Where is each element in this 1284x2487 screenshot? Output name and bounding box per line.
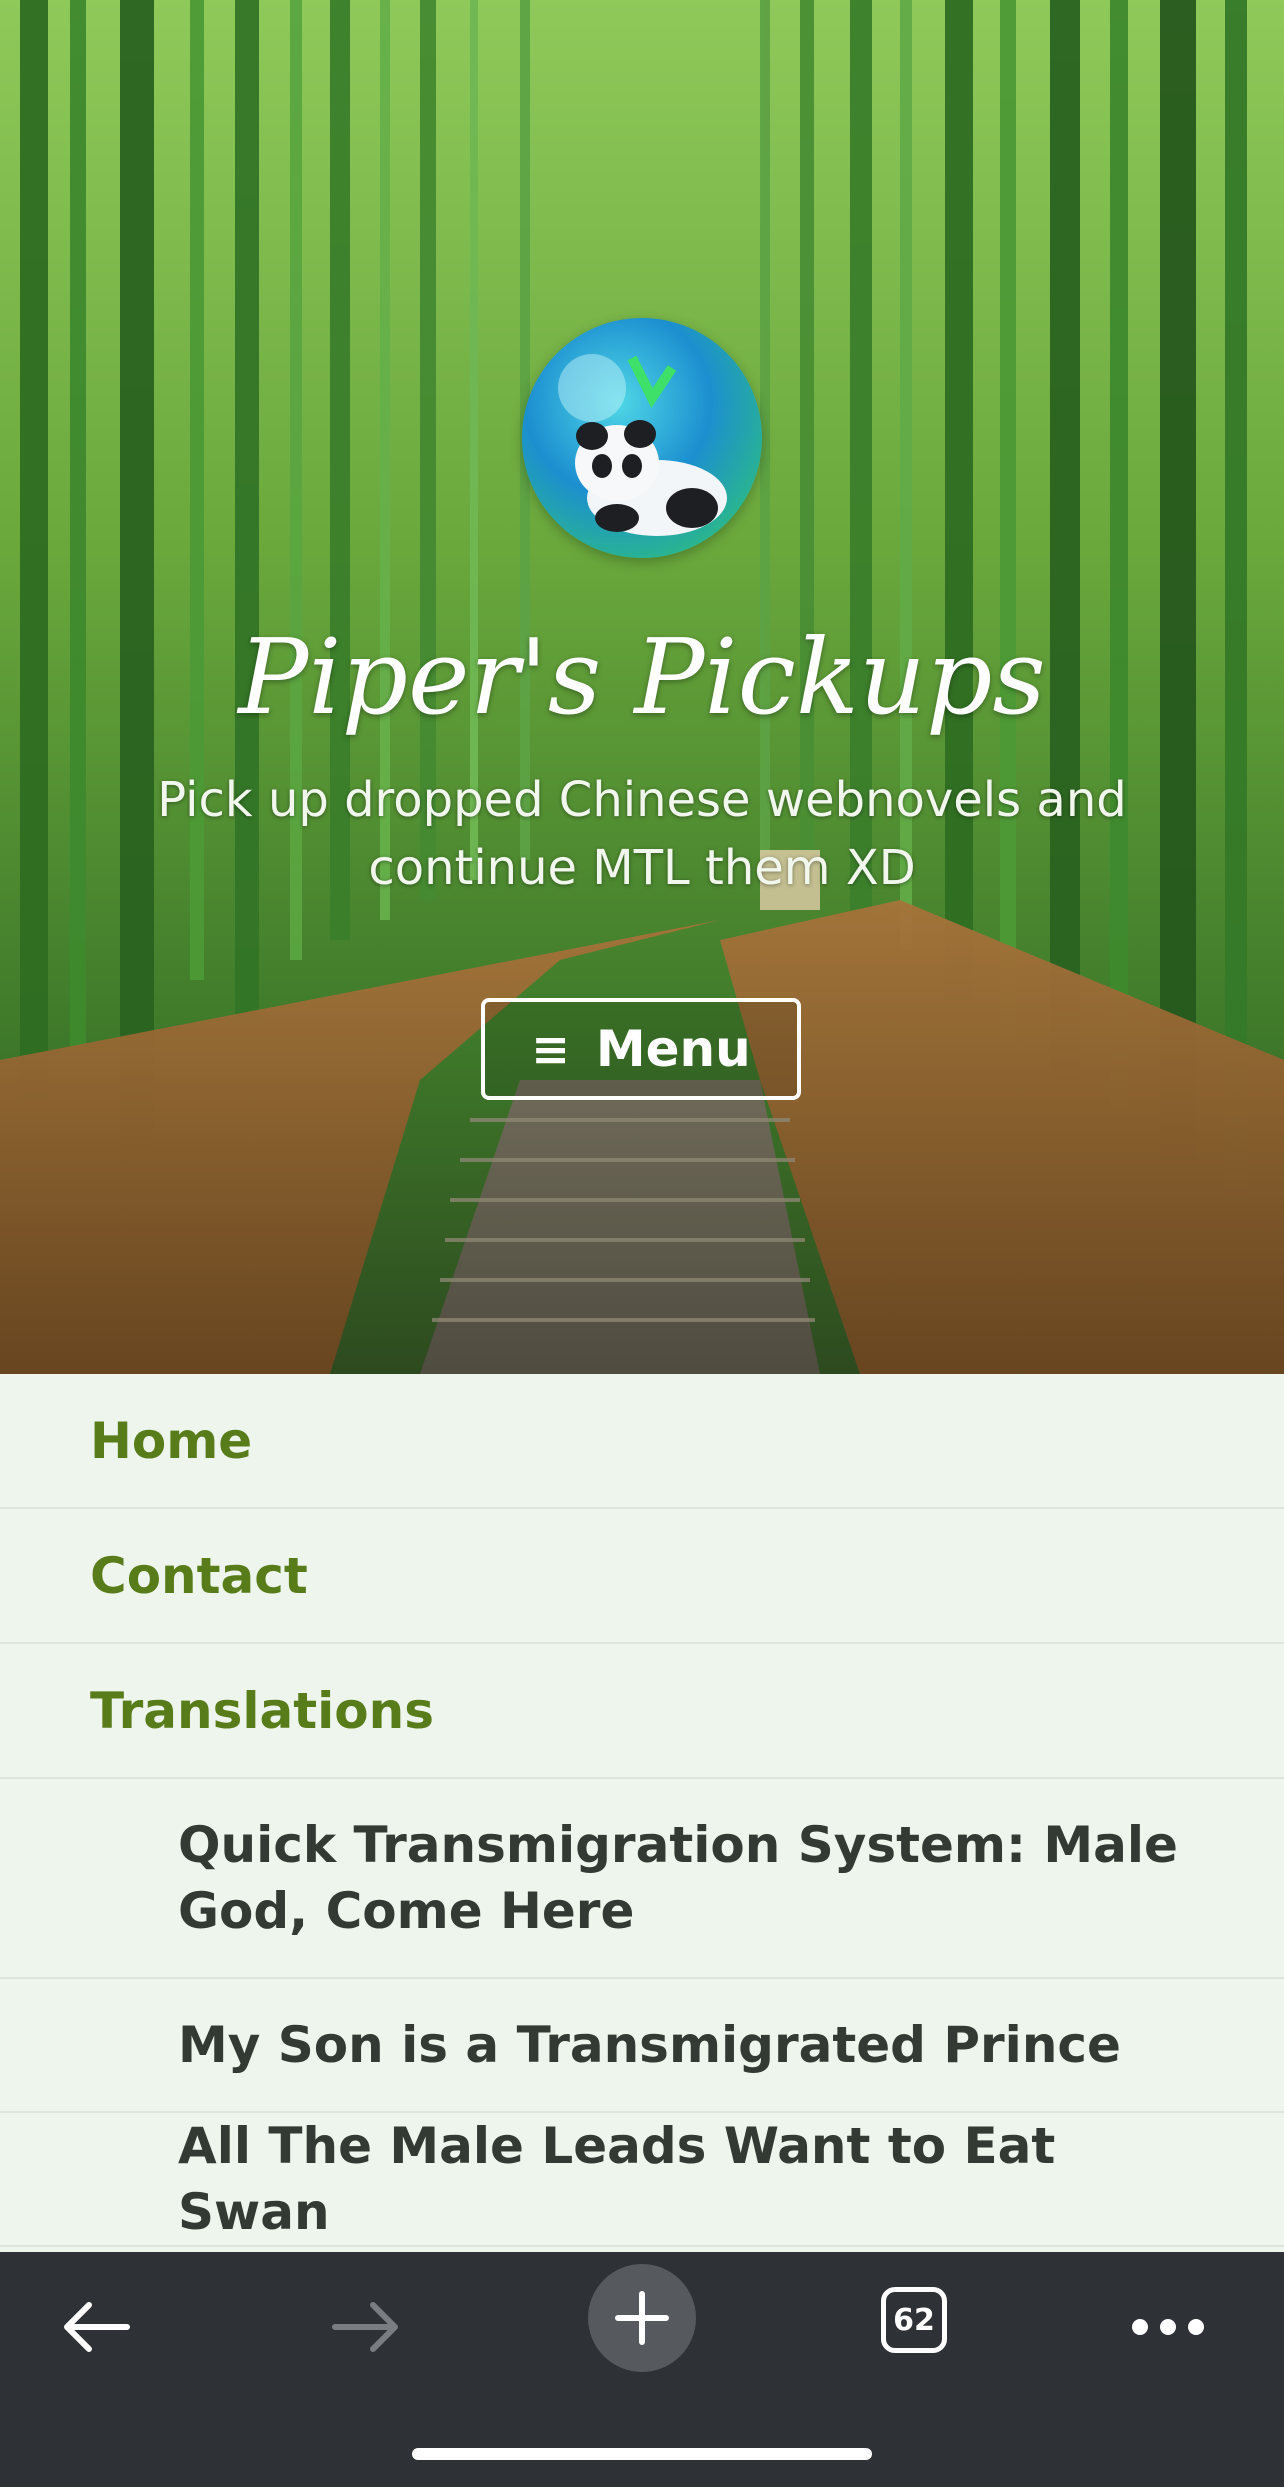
nav-item-label: Translations xyxy=(90,1681,434,1740)
nav-subitem-label: All The Male Leads Want to Eat Swan xyxy=(178,2117,1056,2241)
nav-subitem-label: Quick Transmigration System: Male God, C… xyxy=(178,1816,1178,1940)
site-tagline: Pick up dropped Chinese webnovels and co… xyxy=(157,772,1127,896)
forward-arrow-icon[interactable] xyxy=(322,2282,412,2372)
nav-item-translations[interactable]: Translations xyxy=(0,1644,1284,1779)
nav-item-label: Contact xyxy=(90,1546,308,1605)
menu-toggle-button[interactable]: ≡ Menu xyxy=(481,998,801,1100)
main-navigation: Home Contact Translations Quick Transmig… xyxy=(0,1374,1284,2247)
site-title[interactable]: Piper's Pickups xyxy=(0,612,1284,742)
tabs-icon[interactable]: 62 xyxy=(876,2282,952,2358)
menu-button-label: Menu xyxy=(595,1020,751,1078)
hamburger-icon: ≡ xyxy=(531,1022,570,1076)
nav-item-home[interactable]: Home xyxy=(0,1374,1284,1509)
browser-toolbar: 62 xyxy=(0,2252,1284,2487)
plus-icon[interactable] xyxy=(588,2264,696,2372)
nav-subitem-label: My Son is a Transmigrated Prince xyxy=(178,2016,1121,2074)
back-arrow-icon[interactable] xyxy=(50,2282,140,2372)
site-header: Piper's Pickups Pick up dropped Chinese … xyxy=(0,0,1284,1374)
nav-item-contact[interactable]: Contact xyxy=(0,1509,1284,1644)
nav-subitem-quick-transmigration[interactable]: Quick Transmigration System: Male God, C… xyxy=(0,1779,1284,1979)
home-indicator xyxy=(412,2448,872,2460)
more-icon[interactable] xyxy=(1118,2282,1218,2372)
page: Piper's Pickups Pick up dropped Chinese … xyxy=(0,0,1284,2487)
nav-subitem-male-leads-eat-swan[interactable]: All The Male Leads Want to Eat Swan xyxy=(0,2113,1284,2247)
nav-item-label: Home xyxy=(90,1411,253,1470)
panda-avatar-logo[interactable] xyxy=(522,318,762,558)
nav-subitem-my-son-transmigrated-prince[interactable]: My Son is a Transmigrated Prince xyxy=(0,1979,1284,2113)
tab-count: 62 xyxy=(881,2287,947,2353)
